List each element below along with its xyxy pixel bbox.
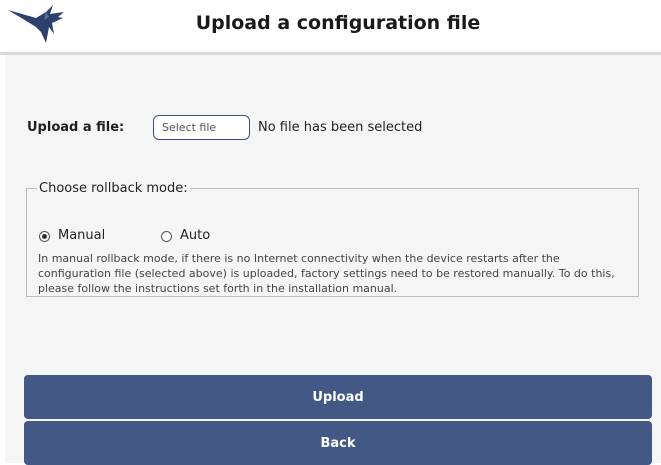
radio-auto-label[interactable]: Auto xyxy=(180,228,210,243)
back-button[interactable]: Back xyxy=(24,421,652,465)
rollback-mode-group: Choose rollback mode: Manual Auto In man… xyxy=(26,181,639,297)
upload-button[interactable]: Upload xyxy=(24,375,652,419)
file-status-text: No file has been selected xyxy=(258,120,423,135)
upload-file-label: Upload a file: xyxy=(27,120,125,135)
select-file-button[interactable]: Select file xyxy=(153,115,250,140)
radio-manual-circle[interactable] xyxy=(39,231,50,242)
radio-auto-circle[interactable] xyxy=(161,231,172,242)
main-panel: Upload a file: Select file No file has b… xyxy=(5,55,661,465)
page-title: Upload a configuration file xyxy=(195,12,481,34)
radio-manual-label[interactable]: Manual xyxy=(58,228,105,243)
rollback-description: In manual rollback mode, if there is no … xyxy=(38,252,615,295)
rollback-mode-legend: Choose rollback mode: xyxy=(39,181,188,196)
page-header: Upload a configuration file xyxy=(0,0,661,55)
